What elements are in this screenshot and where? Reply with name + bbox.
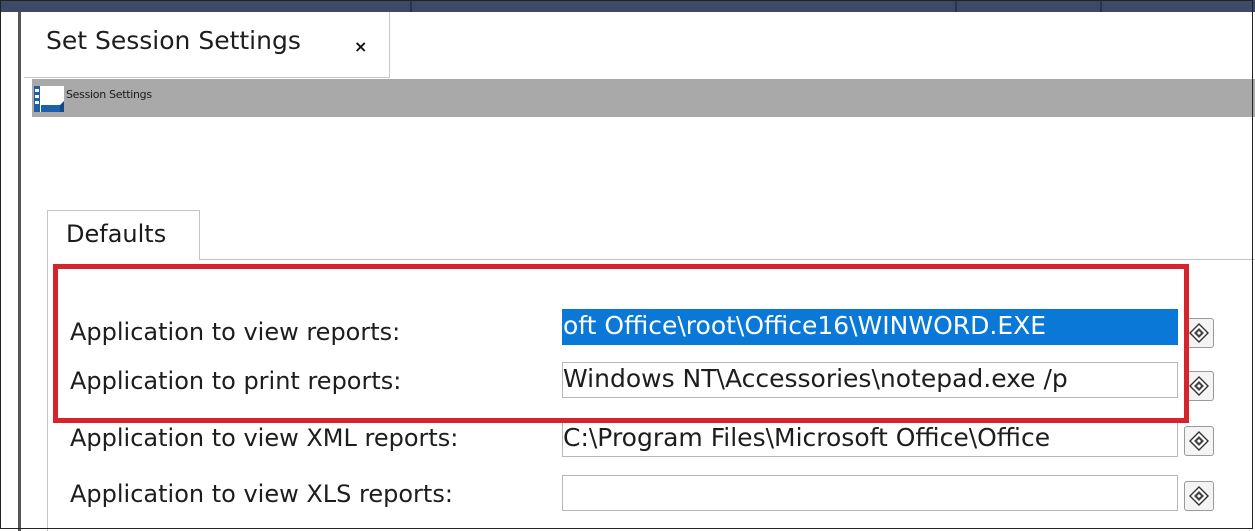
close-icon[interactable]: × <box>354 37 367 56</box>
browse-diamond-icon <box>1189 486 1209 506</box>
tab-defaults[interactable]: Defaults <box>47 210 200 260</box>
print-reports-value: Windows NT\Accessories\notepad.exe /p <box>563 364 1068 393</box>
view-reports-value: oft Office\root\Office16\WINWORD.EXE <box>563 311 1047 340</box>
left-rail <box>0 12 20 531</box>
tab-defaults-label: Defaults <box>66 220 167 248</box>
view-xml-reports-label: Application to view XML reports: <box>70 424 459 452</box>
tab-page-border <box>47 259 48 531</box>
left-rail-divider <box>18 12 21 531</box>
view-xls-reports-field[interactable] <box>562 475 1178 511</box>
section-toolbar: Session Settings <box>32 79 1255 117</box>
browse-diamond-icon <box>1189 376 1209 396</box>
toolbar-section-label: Session Settings <box>66 88 152 101</box>
top-bar-divider <box>410 0 412 12</box>
print-reports-label: Application to print reports: <box>70 367 402 395</box>
tab-page-border <box>200 259 1255 260</box>
browse-diamond-icon <box>1189 431 1209 451</box>
view-xls-reports-label: Application to view XLS reports: <box>70 480 453 508</box>
browse-view-reports-button[interactable] <box>1184 318 1214 348</box>
top-bar-divider <box>955 0 957 12</box>
browse-view-xls-reports-button[interactable] <box>1184 481 1214 511</box>
print-reports-field[interactable]: Windows NT\Accessories\notepad.exe /p <box>562 362 1178 398</box>
browse-view-xml-reports-button[interactable] <box>1184 426 1214 456</box>
window-top-bar <box>0 0 1255 12</box>
view-xml-reports-field[interactable]: C:\Program Files\Microsoft Office\Office <box>562 421 1178 457</box>
document-tab[interactable]: Set Session Settings × <box>24 12 390 78</box>
view-reports-label: Application to view reports: <box>70 318 401 346</box>
top-bar-divider <box>1100 0 1102 12</box>
view-reports-field[interactable]: oft Office\root\Office16\WINWORD.EXE <box>562 309 1178 345</box>
browse-diamond-icon <box>1189 323 1209 343</box>
document-tab-title: Set Session Settings <box>46 26 301 55</box>
view-xml-reports-value: C:\Program Files\Microsoft Office\Office <box>563 423 1051 452</box>
browse-print-reports-button[interactable] <box>1184 371 1214 401</box>
settings-form-icon <box>32 83 66 115</box>
